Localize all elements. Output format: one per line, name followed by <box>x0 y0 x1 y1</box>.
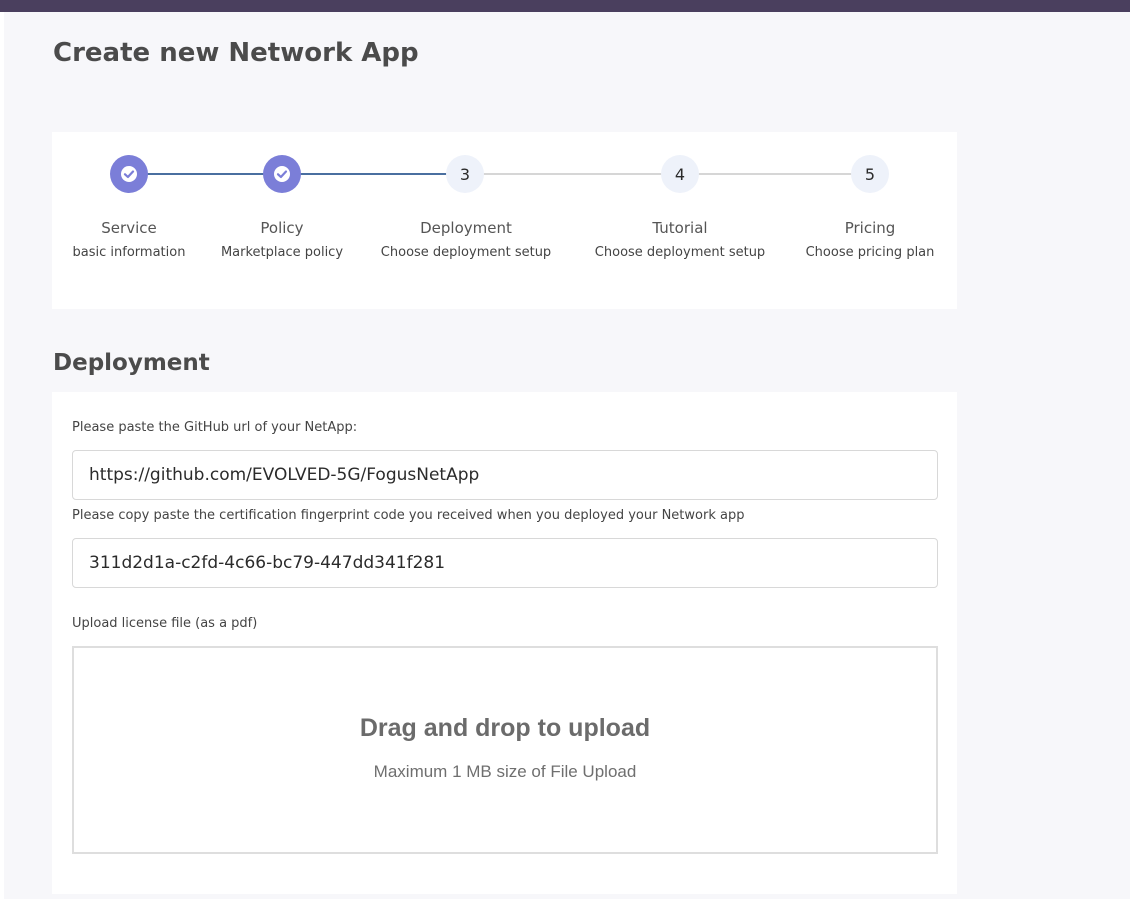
step-3-number: 3 <box>459 164 471 184</box>
step-connector-3-4 <box>465 173 680 175</box>
page-title: Create new Network App <box>53 38 419 68</box>
step-2-subtitle: Marketplace policy <box>220 245 344 260</box>
step-5-subtitle: Choose pricing plan <box>805 245 935 260</box>
step-connector-1-2 <box>129 173 282 175</box>
fingerprint-label: Please copy paste the certification fing… <box>72 508 745 523</box>
step-1-circle[interactable] <box>110 155 148 193</box>
step-5-label: Pricing Choose pricing plan <box>806 218 935 262</box>
stepper: 3 4 5 Service basic information Policy M… <box>52 132 957 309</box>
step-3-title: Deployment <box>420 219 512 237</box>
main-content: Create new Network App 3 4 5 Service bas… <box>4 12 1130 899</box>
step-3-subtitle: Choose deployment setup <box>380 245 552 260</box>
license-dropzone[interactable]: Drag and drop to upload Maximum 1 MB siz… <box>72 646 938 854</box>
step-4-subtitle: Choose deployment setup <box>594 245 766 260</box>
step-3-circle[interactable]: 3 <box>446 155 484 193</box>
step-connector-2-3 <box>282 173 465 175</box>
github-url-label: Please paste the GitHub url of your NetA… <box>72 420 358 435</box>
step-5-title: Pricing <box>844 219 896 237</box>
check-icon <box>274 166 290 182</box>
step-4-circle[interactable]: 4 <box>661 155 699 193</box>
step-1-subtitle: basic information <box>72 245 186 260</box>
step-2-label: Policy Marketplace policy <box>221 218 343 262</box>
step-2-circle[interactable] <box>263 155 301 193</box>
deployment-form: Please paste the GitHub url of your NetA… <box>52 392 957 894</box>
step-2-title: Policy <box>260 219 304 237</box>
dropzone-title: Drag and drop to upload <box>359 714 651 742</box>
dropzone-subtitle: Maximum 1 MB size of File Upload <box>373 762 637 781</box>
check-icon <box>121 166 137 182</box>
license-upload-label: Upload license file (as a pdf) <box>72 616 258 631</box>
section-title: Deployment <box>53 350 210 376</box>
step-5-circle[interactable]: 5 <box>851 155 889 193</box>
step-connector-4-5 <box>680 173 870 175</box>
step-1-title: Service <box>101 219 157 237</box>
step-4-label: Tutorial Choose deployment setup <box>595 218 765 262</box>
step-4-number: 4 <box>674 164 686 184</box>
step-5-number: 5 <box>864 164 876 184</box>
step-3-label: Deployment Choose deployment setup <box>381 218 551 262</box>
step-4-title: Tutorial <box>652 219 708 237</box>
fingerprint-input[interactable] <box>72 538 938 588</box>
github-url-input[interactable] <box>72 450 938 500</box>
step-1-label: Service basic information <box>73 218 186 262</box>
top-header-bar <box>0 0 1130 12</box>
